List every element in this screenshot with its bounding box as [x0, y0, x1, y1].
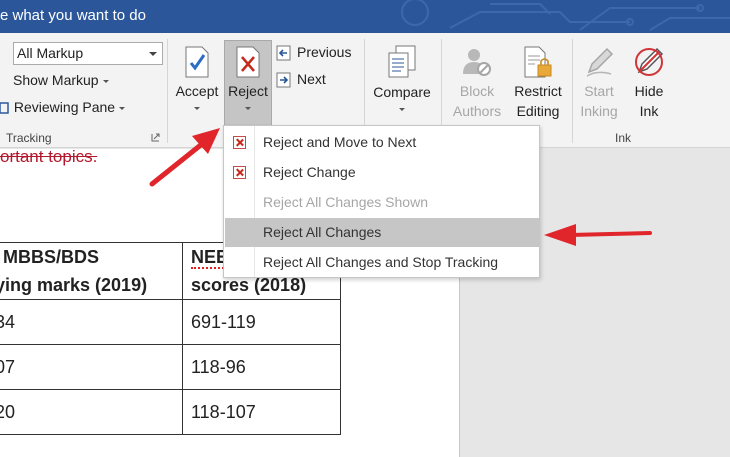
- hide-ink-label-2: Ink: [639, 103, 659, 119]
- menu-item-label: Reject All Changes: [263, 224, 382, 240]
- block-authors-label-2: Authors: [452, 103, 502, 119]
- table-row: 34 691-119: [0, 299, 341, 345]
- next-label: Next: [297, 71, 326, 87]
- start-inking-label-1: Start: [584, 83, 614, 99]
- reviewing-pane-label: Reviewing Pane: [13, 99, 116, 115]
- chevron-down-icon: [119, 106, 126, 110]
- accept-label: Accept: [175, 83, 219, 99]
- group-separator: [572, 39, 573, 143]
- chevron-down-icon: [149, 52, 157, 56]
- show-markup-label: Show Markup: [13, 72, 99, 88]
- menu-item-reject-change[interactable]: Reject Change: [225, 158, 539, 187]
- restrict-editing-icon: [524, 46, 552, 78]
- table-cell: 07: [0, 344, 183, 390]
- table-cell: 691-119: [182, 299, 341, 345]
- table-cell: 34: [0, 299, 183, 345]
- markup-select[interactable]: All Markup: [13, 42, 163, 65]
- next-arrow-icon: [276, 72, 291, 88]
- table-cell: 118-96: [182, 344, 341, 390]
- menu-item-label: Reject and Move to Next: [263, 134, 417, 150]
- menu-item-label: Reject All Changes and Stop Tracking: [263, 254, 499, 270]
- reject-icon: [236, 46, 260, 78]
- chevron-down-icon: [194, 107, 200, 110]
- chevron-down-icon: [102, 79, 109, 83]
- menu-item-reject-and-move-to-next[interactable]: Reject and Move to Next: [225, 128, 539, 157]
- compare-button[interactable]: Compare: [369, 41, 435, 135]
- menu-item-reject-all-and-stop-tracking[interactable]: Reject All Changes and Stop Tracking: [225, 248, 539, 277]
- chevron-down-icon: [399, 108, 405, 111]
- pen-icon: [586, 47, 614, 77]
- compare-icon: [388, 45, 416, 78]
- table-cell: 118-107: [182, 389, 341, 435]
- title-bar-pattern: [401, 0, 730, 31]
- menu-item-label: Reject All Changes Shown: [263, 194, 428, 210]
- annotation-arrow-to-reject: [149, 128, 220, 187]
- start-inking-button[interactable]: Start Inking: [575, 41, 623, 135]
- table-cell: 20: [0, 389, 183, 435]
- reviewing-pane-icon: [0, 102, 9, 115]
- deleted-text: ortant topics.: [0, 147, 98, 166]
- menu-item-label: Reject Change: [263, 164, 356, 180]
- tell-me-bar: e what you want to do: [0, 0, 730, 33]
- restrict-editing-label-2: Editing: [516, 103, 560, 119]
- chevron-down-icon: [245, 107, 251, 110]
- tell-me-text[interactable]: e what you want to do: [0, 7, 146, 24]
- hide-ink-label-1: Hide: [634, 83, 664, 99]
- menu-item-reject-all-changes-shown[interactable]: Reject All Changes Shown: [225, 188, 539, 217]
- start-inking-label-2: Inking: [580, 103, 618, 119]
- header-line-1: MBBS/BDS: [3, 247, 100, 267]
- previous-label: Previous: [297, 44, 352, 60]
- previous-change-button[interactable]: Previous: [276, 44, 351, 61]
- show-markup-button[interactable]: Show Markup: [13, 72, 109, 94]
- header-line-2: ying marks (2019): [0, 275, 148, 295]
- ink-group-label: Ink: [615, 131, 632, 145]
- markup-select-value: All Markup: [17, 45, 84, 61]
- table-row: 07 118-96: [0, 344, 341, 390]
- reviewing-pane-button[interactable]: Reviewing Pane: [0, 99, 126, 121]
- previous-arrow-icon: [276, 45, 291, 61]
- reject-label: Reject: [228, 83, 268, 99]
- compare-label: Compare: [373, 84, 431, 100]
- restrict-editing-button[interactable]: Restrict Editing: [508, 41, 568, 135]
- hide-ink-button[interactable]: Hide Ink: [625, 41, 673, 135]
- table-row: 20 118-107: [0, 389, 341, 435]
- accept-icon: [185, 46, 209, 78]
- table-header-cell: MBBS/BDS ying marks (2019): [0, 242, 183, 300]
- block-authors-label-1: Block: [459, 83, 495, 99]
- annotation-arrow-to-reject-all: [544, 224, 652, 246]
- next-change-button[interactable]: Next: [276, 71, 326, 88]
- restrict-editing-label-1: Restrict: [514, 83, 562, 99]
- block-authors-icon: [463, 49, 491, 76]
- block-authors-button[interactable]: Block Authors: [446, 41, 508, 135]
- reject-menu: Reject and Move to Next Reject Change Re…: [223, 125, 540, 278]
- tracking-group-label: Tracking: [6, 131, 52, 145]
- hide-ink-icon: [635, 47, 664, 76]
- menu-item-reject-all-changes[interactable]: Reject All Changes: [225, 218, 539, 247]
